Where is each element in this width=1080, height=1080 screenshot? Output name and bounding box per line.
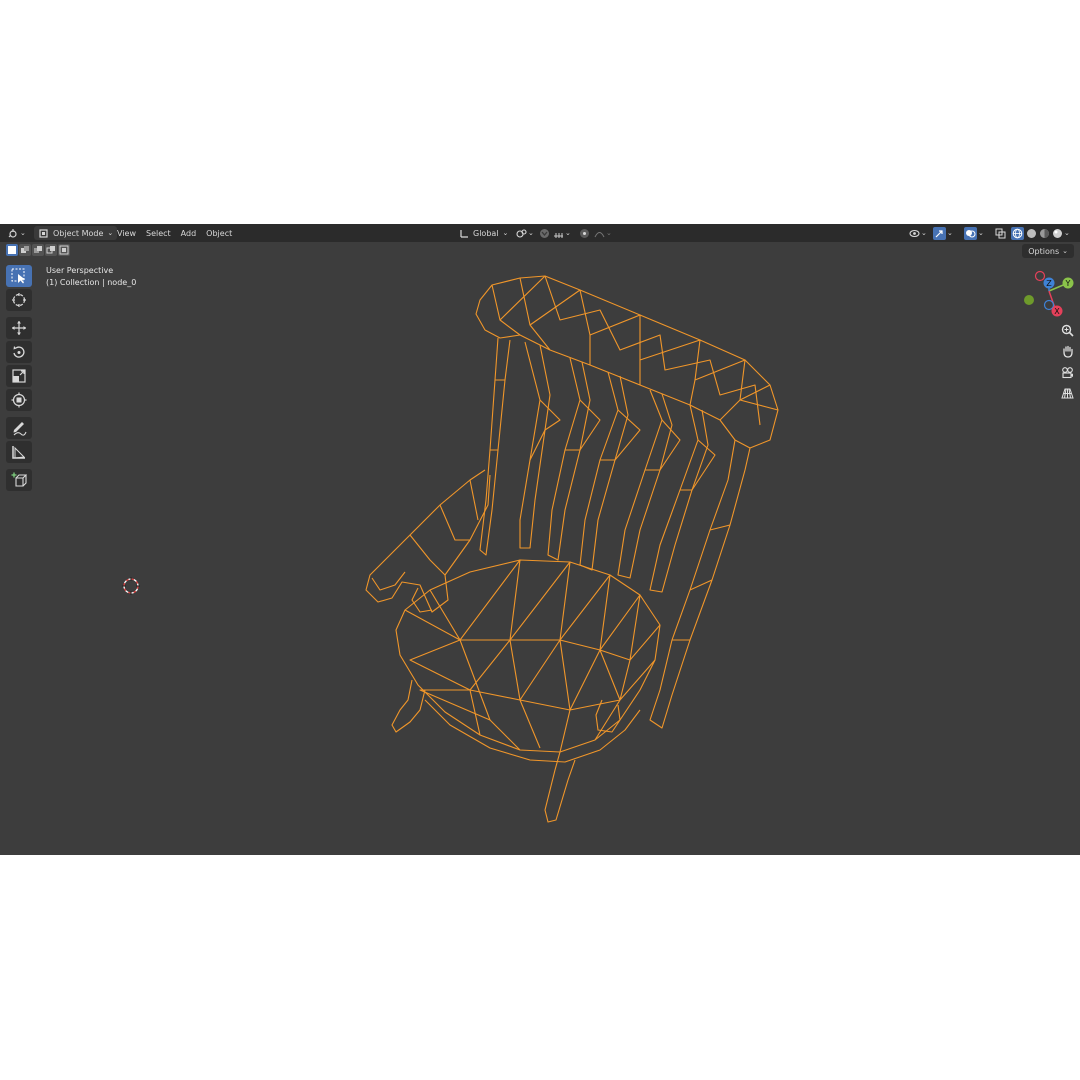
wireframe-chair-mesh[interactable]: [0, 224, 1080, 855]
blender-window: ⌄ Object Mode ⌄ View Select Add Object G…: [0, 224, 1080, 855]
chair-outline: [365, 275, 779, 823]
